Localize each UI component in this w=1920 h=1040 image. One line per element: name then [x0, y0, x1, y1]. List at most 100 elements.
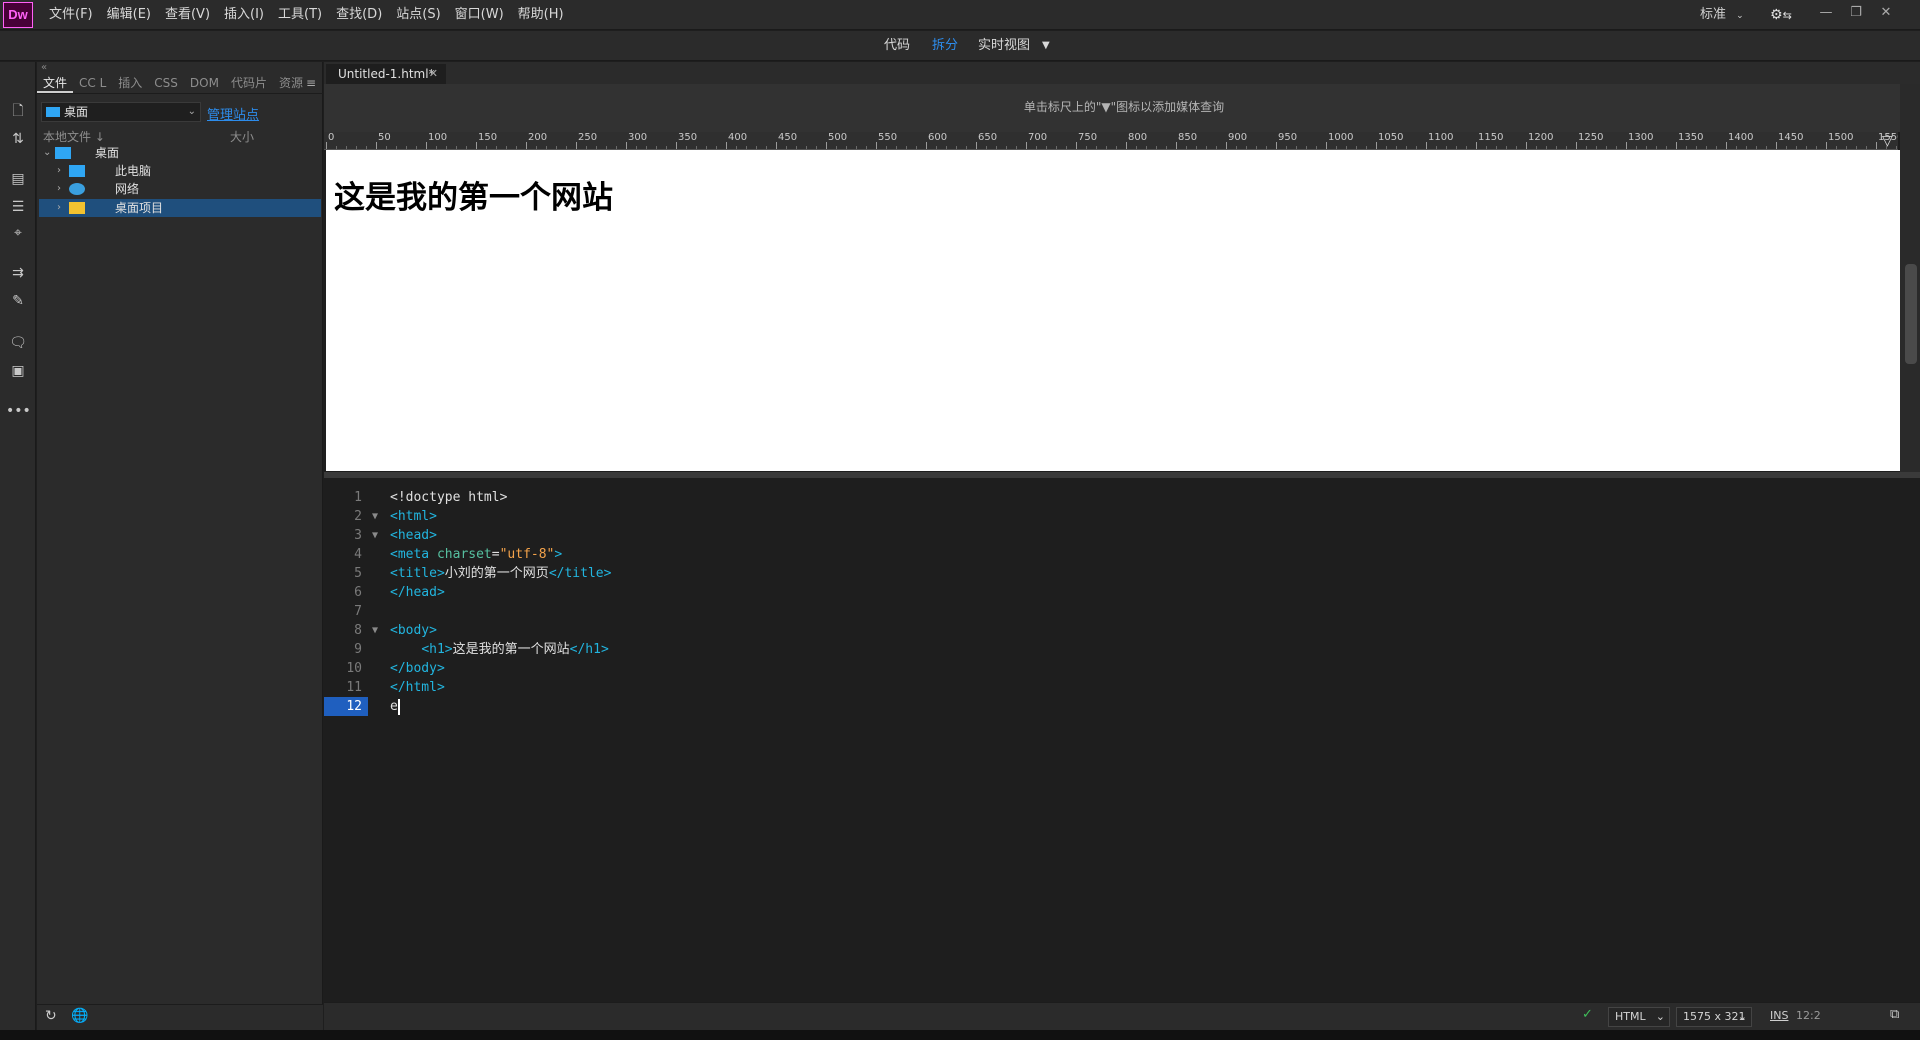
code-text[interactable]: <title>小刘的第一个网页</title> [390, 564, 611, 583]
close-icon[interactable]: ✕ [429, 64, 438, 84]
code-line[interactable]: 7 [324, 602, 1920, 621]
code-text[interactable]: </html> [390, 678, 445, 697]
tab-assets[interactable]: 资源 [273, 74, 309, 93]
tab-files[interactable]: 文件 [37, 74, 74, 93]
code-line[interactable]: 12 e [324, 697, 1920, 716]
code-text[interactable]: <meta charset="utf-8"> [390, 545, 562, 564]
ruler[interactable]: 0 50 100 150 200 250 300 350 400 450 500 550 600 650 7… [324, 132, 1898, 150]
column-local-files[interactable]: 本地文件 ↓ [43, 128, 105, 145]
live-view-dropdown-icon[interactable]: ▼ [1042, 31, 1050, 61]
chevron-right-icon[interactable]: › [57, 162, 61, 180]
code-line[interactable]: 11 </html> [324, 678, 1920, 697]
ruler-label: 1300 [1628, 132, 1654, 143]
chevron-right-icon[interactable]: › [57, 180, 61, 198]
line-number: 6 [354, 585, 362, 600]
insert-mode[interactable]: INS [1770, 1009, 1788, 1022]
code-line[interactable]: 3 ▼ <head> [324, 526, 1920, 545]
preview-icon[interactable]: ⧉ [1890, 1007, 1899, 1022]
manage-sites-link[interactable]: 管理站点 [207, 104, 259, 123]
live-view[interactable]: 这是我的第一个网站 [326, 150, 1900, 471]
code-view[interactable]: 1 <!doctype html> 2 ▼ <html> 3 ▼ <head> 4 <meta c… [324, 478, 1920, 1000]
code-text[interactable]: </body> [390, 659, 445, 678]
restore-button[interactable]: ❐ [1844, 2, 1868, 24]
tree-item-desktop[interactable]: ⌄ 桌面 [39, 144, 321, 162]
document-tab[interactable]: Untitled-1.html* ✕ [326, 64, 446, 84]
code-text[interactable]: </head> [390, 583, 445, 602]
site-select[interactable]: 桌面 ⌄ [41, 102, 201, 122]
split-view-button[interactable]: 拆分 [932, 31, 958, 61]
comment-icon[interactable]: 🗨 [6, 332, 30, 354]
code-text[interactable]: <!doctype html> [390, 488, 507, 507]
code-line[interactable]: 10 </body> [324, 659, 1920, 678]
code-line[interactable]: 4 <meta charset="utf-8"> [324, 545, 1920, 564]
collapse-panel-icon[interactable]: « [41, 62, 47, 73]
ruler-label: 150 [478, 132, 498, 143]
workspace-switcher[interactable]: 标准 ⌄ [1700, 6, 1760, 24]
scrollbar-thumb[interactable] [1905, 264, 1917, 364]
target-icon[interactable]: ⌖ [6, 222, 30, 244]
document-type-select[interactable]: HTML ⌄ [1608, 1007, 1670, 1027]
dreamweaver-logo[interactable]: Dw [3, 2, 33, 28]
sync-settings-button[interactable]: ⚙⇆ [1770, 5, 1800, 25]
no-errors-icon[interactable]: ✓ [1582, 1007, 1593, 1022]
menu-find[interactable]: 查找(D) [329, 0, 389, 30]
panel-menu-icon[interactable]: ≡ [306, 76, 316, 90]
fold-toggle-icon[interactable]: ▼ [372, 526, 378, 545]
file-transfer-icon[interactable]: ⇅ [6, 128, 30, 150]
menu-tools[interactable]: 工具(T) [271, 0, 329, 30]
ruler-label: 1000 [1328, 132, 1354, 143]
close-window-button[interactable]: ✕ [1874, 2, 1898, 24]
ruler-label: 250 [578, 132, 598, 143]
live-view-scrollbar[interactable] [1900, 84, 1920, 472]
inspect-icon[interactable]: ▤ [6, 168, 30, 190]
code-line[interactable]: 8 ▼ <body> [324, 621, 1920, 640]
media-query-marker-icon[interactable]: ▽ [1882, 133, 1898, 149]
tree-item-network[interactable]: › 网络 [39, 180, 321, 198]
menu-window[interactable]: 窗口(W) [448, 0, 511, 30]
tab-css[interactable]: CSS [148, 74, 184, 93]
column-size[interactable]: 大小 [230, 128, 254, 145]
menu-edit[interactable]: 编辑(E) [100, 0, 158, 30]
brush-icon[interactable]: ✎ [6, 290, 30, 312]
format-icon[interactable]: ⇉ [6, 262, 30, 284]
tree-item-label: 此电脑 [115, 164, 152, 178]
menu-file[interactable]: 文件(F) [42, 0, 100, 30]
new-file-icon[interactable]: 🗋 [6, 100, 30, 122]
code-text[interactable]: e [390, 697, 400, 716]
tab-cc-libraries[interactable]: CC L [73, 74, 112, 93]
tab-dom[interactable]: DOM [184, 74, 225, 93]
code-line[interactable]: 1 <!doctype html> [324, 488, 1920, 507]
fold-toggle-icon[interactable]: ▼ [372, 507, 378, 526]
code-line[interactable]: 5 <title>小刘的第一个网页</title> [324, 564, 1920, 583]
connect-icon[interactable]: 🌐 [71, 1008, 88, 1024]
code-line[interactable]: 2 ▼ <html> [324, 507, 1920, 526]
media-query-bar[interactable]: 单击标尺上的"▼"图标以添加媒体查询 [324, 84, 1920, 132]
tab-insert[interactable]: 插入 [112, 74, 148, 93]
chevron-right-icon[interactable]: › [57, 199, 61, 217]
fold-toggle-icon[interactable]: ▼ [372, 621, 378, 640]
code-view-button[interactable]: 代码 [884, 31, 910, 61]
minimize-button[interactable]: — [1814, 2, 1838, 24]
code-text[interactable]: <h1>这是我的第一个网站</h1> [390, 640, 608, 659]
refresh-icon[interactable]: ↻ [45, 1008, 57, 1024]
code-text[interactable]: <body> [390, 621, 437, 640]
code-line[interactable]: 9 <h1>这是我的第一个网站</h1> [324, 640, 1920, 659]
tab-snippets[interactable]: 代码片 [225, 74, 273, 93]
code-line[interactable]: 6 </head> [324, 583, 1920, 602]
menu-site[interactable]: 站点(S) [389, 0, 447, 30]
menu-insert[interactable]: 插入(I) [217, 0, 271, 30]
validate-icon[interactable]: ▣ [6, 360, 30, 382]
live-heading[interactable]: 这是我的第一个网站 [334, 172, 613, 217]
outline-icon[interactable]: ☰ [6, 196, 30, 218]
menu-help[interactable]: 帮助(H) [511, 0, 571, 30]
code-text[interactable]: <html> [390, 507, 437, 526]
more-tools-icon[interactable]: ••• [6, 400, 31, 422]
chevron-down-icon[interactable]: ⌄ [43, 144, 51, 162]
live-view-button[interactable]: 实时视图 [978, 31, 1030, 61]
window-size-select[interactable]: 1575 x 321 ⌄ [1676, 1007, 1752, 1027]
tree-item-desktop-projects[interactable]: › 桌面项目 [39, 199, 321, 217]
code-text[interactable]: <head> [390, 526, 437, 545]
menu-view[interactable]: 查看(V) [158, 0, 217, 30]
tree-item-this-pc[interactable]: › 此电脑 [39, 162, 321, 180]
sort-arrow-icon: ↓ [94, 130, 105, 144]
